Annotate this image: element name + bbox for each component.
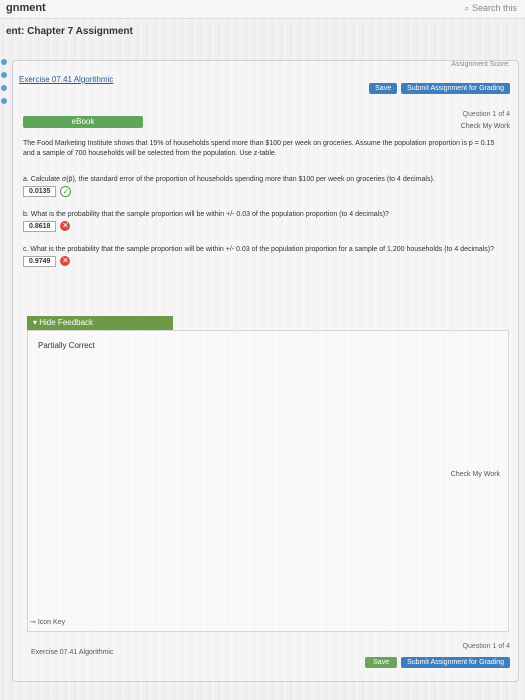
question-panel: Assignment Score: Save Submit Assignment…: [12, 60, 519, 682]
exercise-title[interactable]: Exercise 07.41 Algorithmic: [19, 75, 113, 84]
check-icon: ✓: [60, 185, 72, 197]
ebook-button[interactable]: eBook: [23, 116, 143, 128]
footer-exercise: Exercise 07.41 Algorithmic: [31, 649, 114, 656]
submit-button[interactable]: Submit Assignment for Grading: [401, 657, 510, 668]
page-title: gnment: [6, 2, 46, 14]
x-icon: ✕: [60, 221, 71, 232]
icon-key-label: Icon Key: [37, 619, 66, 626]
answer-field[interactable]: 0.9749: [23, 256, 57, 267]
hide-feedback-button[interactable]: ▾ Hide Feedback: [27, 316, 173, 330]
x-icon: ✕: [60, 256, 71, 267]
sidebar-dot[interactable]: [1, 59, 7, 65]
part-b: b. What is the probability that the samp…: [23, 211, 503, 232]
feedback-status: Partially Correct: [38, 341, 95, 350]
part-a: a. Calculate σ(p̄), the standard error o…: [23, 176, 503, 197]
sidebar-nav: [0, 52, 8, 111]
answer-field[interactable]: 0.0135: [23, 186, 57, 197]
search-icon: ⌕: [464, 3, 470, 13]
question-nav[interactable]: Question 1 of 4: [463, 111, 510, 118]
hide-feedback-label: Hide Feedback: [39, 318, 94, 327]
feedback-panel: Partially Correct Check My Work: [27, 330, 509, 632]
key-icon: ⊸: [30, 619, 36, 626]
save-button[interactable]: Save: [369, 83, 398, 94]
sidebar-dot[interactable]: [1, 85, 7, 91]
part-c: c. What is the probability that the samp…: [23, 246, 503, 267]
check-work-link[interactable]: Check My Work: [461, 123, 510, 130]
question-text: The Food Marketing Institute shows that …: [23, 140, 495, 157]
assignment-subtitle: ent: Chapter 7 Assignment: [6, 26, 133, 37]
assignment-score: Assignment Score:: [451, 61, 510, 68]
footer-question-nav[interactable]: Question 1 of 4: [463, 643, 510, 650]
icon-key[interactable]: ⊸ Icon Key: [30, 618, 65, 626]
search-link[interactable]: ⌕ Search this: [464, 3, 517, 14]
check-work-link[interactable]: Check My Work: [451, 471, 500, 478]
top-actions: Save Submit Assignment for Grading: [369, 83, 510, 94]
part-a-label: a. Calculate σ(p̄), the standard error o…: [23, 176, 435, 183]
top-bar: gnment ⌕ Search this: [0, 0, 525, 19]
part-c-label: c. What is the probability that the samp…: [23, 246, 495, 253]
search-label: Search this: [471, 3, 517, 13]
answer-field[interactable]: 0.8618: [23, 221, 57, 232]
sidebar-dot[interactable]: [1, 72, 7, 78]
sidebar-dot[interactable]: [1, 98, 7, 104]
part-b-label: b. What is the probability that the samp…: [23, 211, 389, 218]
submit-button[interactable]: Submit Assignment for Grading: [401, 83, 510, 94]
save-button[interactable]: Save: [365, 657, 398, 668]
footer-actions: Save Submit Assignment for Grading: [365, 657, 510, 668]
